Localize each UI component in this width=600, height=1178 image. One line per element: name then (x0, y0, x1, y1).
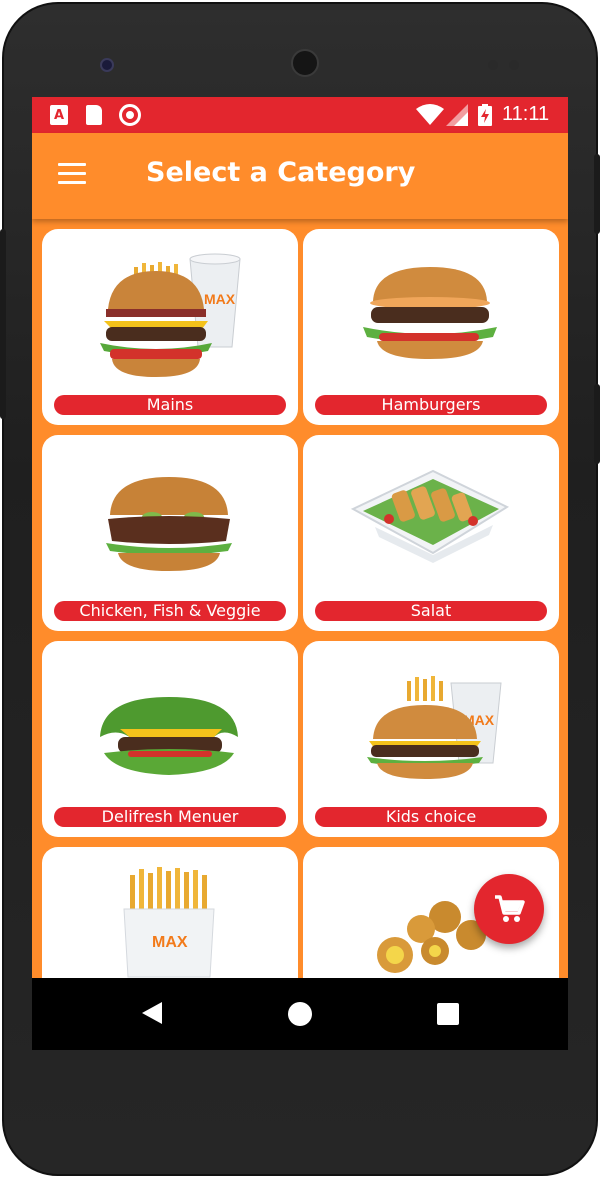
hamburger-image (363, 267, 497, 359)
app-bar: Select a Category (32, 133, 568, 219)
kids-meal-image: MAX (367, 676, 502, 779)
burger-meal-image: MAX (100, 253, 241, 377)
back-icon[interactable] (142, 1002, 162, 1024)
system-nav-bar (32, 978, 568, 1050)
power-button (594, 154, 600, 234)
side-button (594, 384, 600, 464)
proximity-sensor (488, 60, 498, 70)
category-card-hamburgers[interactable]: Hamburgers (303, 229, 559, 425)
signal-icon (446, 104, 468, 126)
front-camera (100, 58, 114, 72)
page-title: Select a Category (146, 157, 416, 188)
category-card-chicken-fish-veggie[interactable]: Chicken, Fish & Veggie (42, 435, 298, 631)
light-sensor (509, 60, 519, 70)
recent-apps-icon[interactable] (437, 1003, 459, 1025)
status-bar: A 11:11 (32, 97, 568, 133)
battery-charging-icon (478, 104, 492, 126)
sd-card-icon (86, 105, 102, 125)
volume-button (0, 229, 6, 419)
category-label: Hamburgers (315, 395, 547, 415)
category-label: Delifresh Menuer (54, 807, 286, 827)
category-label: Chicken, Fish & Veggie (54, 601, 286, 621)
category-card-kids-choice[interactable]: MAX Kids choice (303, 641, 559, 837)
status-time: 11:11 (502, 103, 550, 125)
max-logo: MAX (152, 934, 188, 951)
home-icon[interactable] (288, 1002, 312, 1026)
cart-button[interactable] (474, 874, 544, 944)
category-label: Mains (54, 395, 286, 415)
hamburger-menu-icon[interactable] (58, 163, 88, 187)
category-card-delifresh-menuer[interactable]: Delifresh Menuer (42, 641, 298, 837)
app-screen: A 11:11 Select a Category MAX Mains Hamb… (32, 97, 568, 1049)
category-card-salat[interactable]: Salat (303, 435, 559, 631)
salad-image (350, 469, 510, 563)
category-label: Salat (315, 601, 547, 621)
notification-app-icon: A (50, 105, 68, 125)
shopping-cart-icon (495, 895, 525, 922)
lettuce-burger-image (100, 697, 238, 775)
record-icon (119, 104, 141, 126)
category-label: Kids choice (315, 807, 547, 827)
earpiece-speaker (291, 49, 319, 77)
category-card-mains[interactable]: MAX Mains (42, 229, 298, 425)
chicken-burger-image (106, 477, 232, 571)
max-logo: MAX (204, 291, 236, 307)
wifi-icon (416, 104, 444, 125)
